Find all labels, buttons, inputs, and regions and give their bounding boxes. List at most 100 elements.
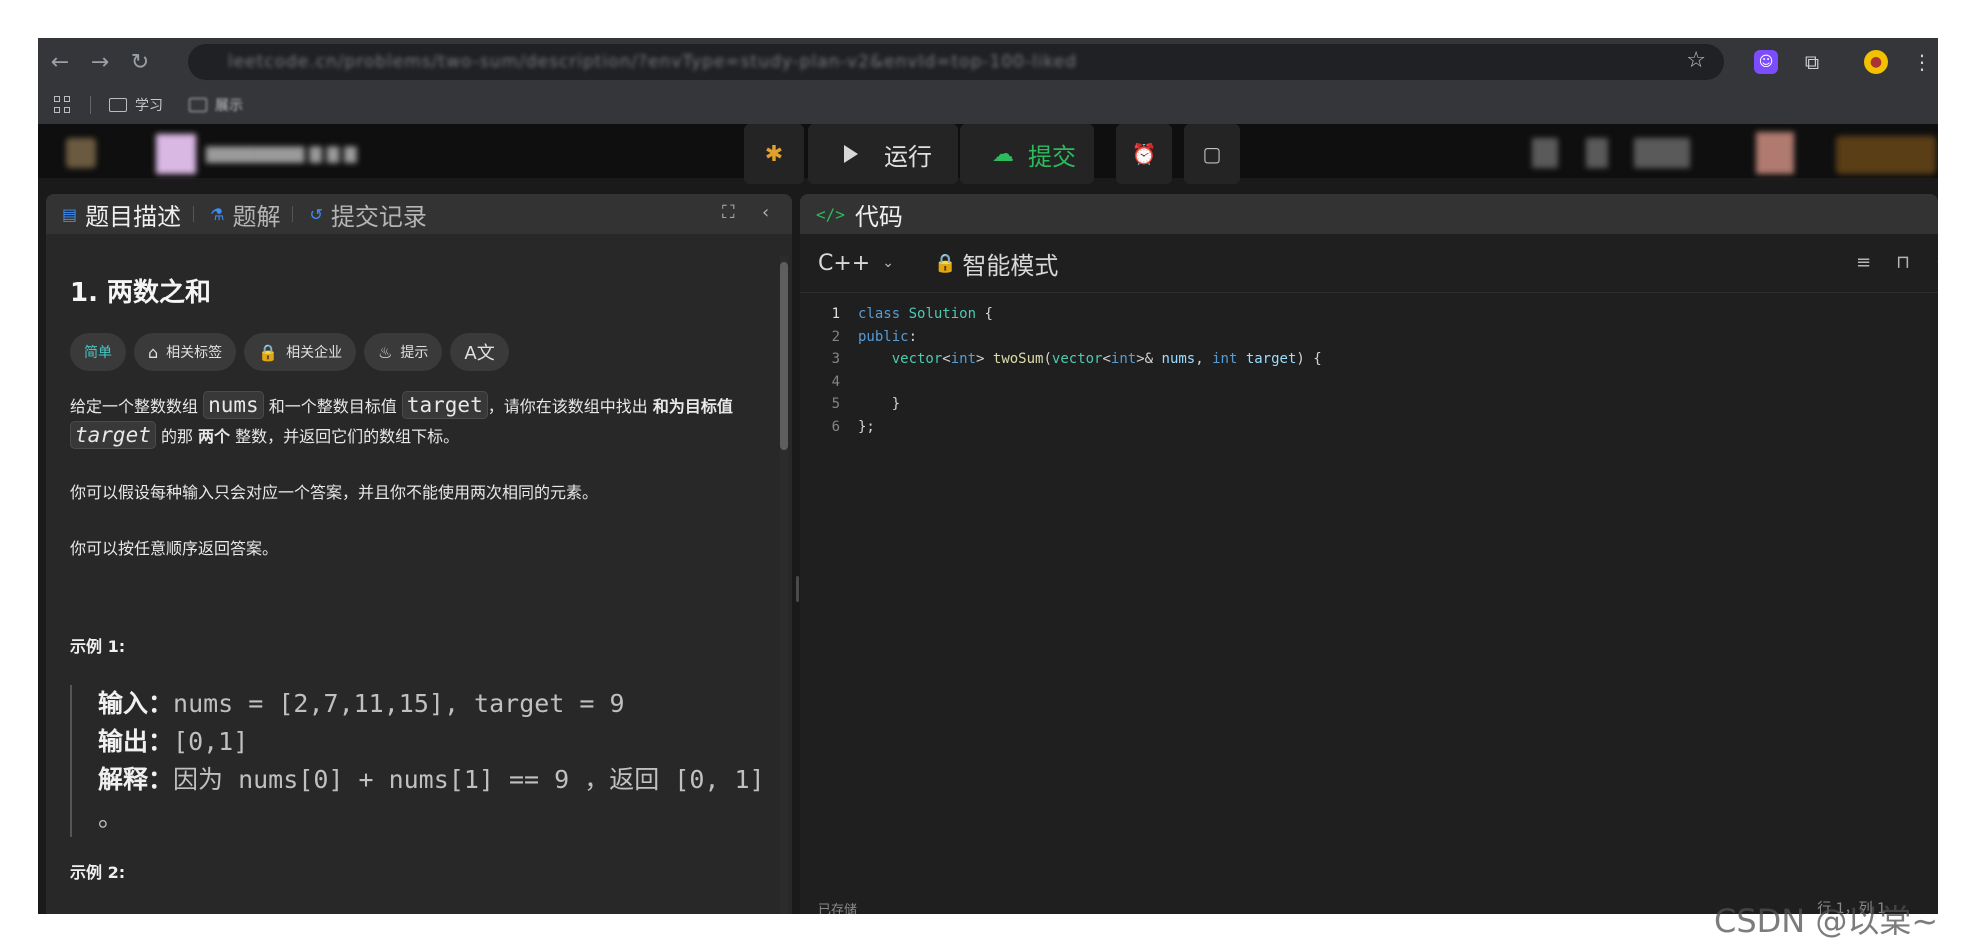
watermark: CSDN @以棠~ (1714, 902, 1939, 940)
menu-icon[interactable]: ⋮ (1910, 50, 1934, 74)
debug-button[interactable]: ✱ (744, 124, 804, 184)
star-icon[interactable]: ☆ (1686, 48, 1706, 73)
description-scrollbar[interactable] (780, 256, 788, 914)
description-paragraph: 你可以假设每种输入只会对应一个答案，并且你不能使用两次相同的元素。 (70, 483, 599, 502)
header-icon[interactable] (1634, 138, 1690, 168)
code-text: public: (858, 328, 918, 345)
line-number: 1 (831, 306, 840, 322)
submit-label: 提交 (1028, 142, 1076, 171)
back-icon[interactable]: ← (42, 44, 78, 80)
header-icon[interactable] (1586, 138, 1608, 168)
submit-button[interactable]: ☁ 提交 (960, 124, 1094, 184)
bookmark-folder[interactable]: 学习 (109, 95, 163, 115)
description-paragraph: 你可以按任意顺序返回答案。 (70, 539, 279, 558)
browser-window: ← → ↻ leetcode.cn/problems/two-sum/descr… (38, 38, 1938, 914)
chip-label: 相关标签 (166, 345, 223, 361)
bookmark-label: 展示 (215, 98, 243, 114)
line-number: 4 (831, 373, 840, 390)
browser-toolbar: ← → ↻ leetcode.cn/problems/two-sum/descr… (38, 38, 1938, 86)
format-icon[interactable]: ≡ (1856, 252, 1871, 273)
run-label: 运行 (884, 142, 932, 171)
line-number: 3 (831, 351, 840, 367)
tab-submissions[interactable]: ↺ 提交记录 (309, 197, 426, 232)
tab-divider (193, 206, 195, 222)
tab-description[interactable]: ▤ 题目描述 (62, 197, 181, 232)
desc-text: 整数，并返回它们的数组下标。 (230, 427, 460, 446)
code-editor[interactable]: 1 class Solution { 2 public: 3 vector<in… (800, 293, 1938, 438)
example-label: 输出： (98, 727, 174, 756)
line-number: 5 (831, 396, 840, 412)
header-avatar[interactable] (1756, 132, 1794, 174)
code-line[interactable]: 2 public: (800, 326, 1938, 349)
problem-description: 给定一个整数数组 nums 和一个整数目标值 target ，请你在该数组中找出 … (70, 391, 760, 563)
tab-label: 题目描述 (85, 202, 182, 231)
inline-code: target (70, 421, 156, 449)
notes-button[interactable]: ▢ (1184, 124, 1240, 184)
example-line: 解释：因为 nums[0] + nums[1] == 9 ，返回 [0, 1] … (98, 761, 792, 837)
chip-label: 提示 (400, 345, 429, 361)
collapse-left-icon[interactable]: ‹ (762, 202, 769, 223)
scroll-thumb[interactable] (780, 262, 788, 450)
code-line[interactable]: 3 vector<int> twoSum(vector<int>& nums, … (800, 348, 1938, 371)
problem-list-name[interactable]: ▇▇▇▇▇▇▇▇ ▇ ▇ ▇ (206, 144, 357, 163)
language-value: C++ (818, 250, 871, 276)
flask-icon: ⚗ (210, 204, 225, 224)
code-line[interactable]: 1 class Solution { (800, 303, 1938, 326)
related-tags-chip[interactable]: ⌂ 相关标签 (134, 333, 237, 371)
description-paragraph: 给定一个整数数组 nums 和一个整数目标值 target ，请你在该数组中找出 … (70, 391, 760, 451)
code-text: class Solution { (858, 306, 993, 322)
related-companies-chip[interactable]: 🔒 相关企业 (244, 333, 357, 371)
apps-grid-icon[interactable] (54, 96, 72, 114)
reset-icon[interactable]: ↺ (1936, 252, 1938, 273)
saved-status: 已存储 (818, 903, 858, 914)
translate-icon: A文 (464, 343, 495, 364)
folder-icon (189, 98, 207, 112)
profile-avatar[interactable]: ● (1864, 50, 1888, 74)
expand-icon[interactable]: ⛶ (722, 202, 735, 223)
desc-text: 的那 (155, 427, 199, 446)
alarm-icon: ⏰ (1131, 142, 1157, 166)
tab-label: 提交记录 (330, 202, 427, 231)
folder-icon (109, 98, 127, 112)
reload-icon[interactable]: ↻ (122, 44, 158, 80)
address-bar[interactable]: leetcode.cn/problems/two-sum/description… (188, 44, 1724, 80)
hint-chip[interactable]: ♨ 提示 (364, 333, 443, 371)
code-tabbar: </> 代码 (800, 194, 1938, 234)
desc-bold: 和为目标值 (652, 397, 733, 416)
chip-label: 简单 (84, 345, 112, 361)
smart-mode-toggle[interactable]: 🔒 智能模式 (934, 246, 1058, 281)
site-logo[interactable] (66, 138, 96, 168)
code-line[interactable]: 4 (800, 371, 1938, 394)
user-avatar[interactable] (156, 134, 196, 174)
bookmark-icon[interactable]: ⊓ (1896, 252, 1910, 273)
forward-icon[interactable]: → (82, 44, 118, 80)
timer-button[interactable]: ⏰ (1116, 124, 1172, 184)
code-text: vector<int> twoSum(vector<int>& nums, in… (891, 351, 1322, 367)
code-tab-label[interactable]: 代码 (855, 197, 903, 232)
header-icon[interactable] (1532, 138, 1558, 168)
problem-chips: 简单 ⌂ 相关标签 🔒 相关企业 ♨ 提示 A文 (70, 333, 792, 371)
chip-label: 相关企业 (286, 345, 343, 361)
inline-code: nums (203, 391, 264, 419)
extension-icon[interactable]: ☺ (1754, 50, 1778, 74)
mode-label: 智能模式 (962, 251, 1059, 280)
plus-badge[interactable] (1836, 136, 1936, 174)
code-line[interactable]: 6 }; (800, 416, 1938, 439)
code-line[interactable]: 5 } (800, 393, 1938, 416)
language-select[interactable]: C++ ⌄ (818, 251, 894, 276)
desc-text: 和一个整数目标值 (263, 397, 402, 416)
tab-solutions[interactable]: ⚗ 题解 (210, 197, 280, 232)
description-content: 1. 两数之和 简单 ⌂ 相关标签 🔒 相关企业 ♨ 提示 A文 给定一个整数数… (46, 234, 792, 914)
example-value: [0,1] (173, 727, 249, 756)
app-header: ▇▇▇▇▇▇▇▇ ▇ ▇ ▇ ✱ 运行 ☁ 提交 ⏰ ▢ (38, 124, 1938, 184)
chevron-down-icon: ⌄ (882, 255, 894, 271)
code-panel: </> 代码 C++ ⌄ 🔒 智能模式 ≡ ⊓ ↺ ⤢ 1 class Solu… (800, 194, 1938, 914)
run-button[interactable]: 运行 (808, 124, 958, 184)
panel-resize-handle[interactable] (796, 576, 799, 602)
tab-divider (292, 206, 294, 222)
translate-chip[interactable]: A文 (450, 333, 509, 371)
desc-text: ，请你在该数组中找出 (487, 397, 653, 416)
puzzle-icon[interactable]: ⧉ (1800, 50, 1824, 74)
code-icon: </> (816, 204, 845, 224)
bookmark-folder[interactable]: 展示 (189, 95, 243, 115)
